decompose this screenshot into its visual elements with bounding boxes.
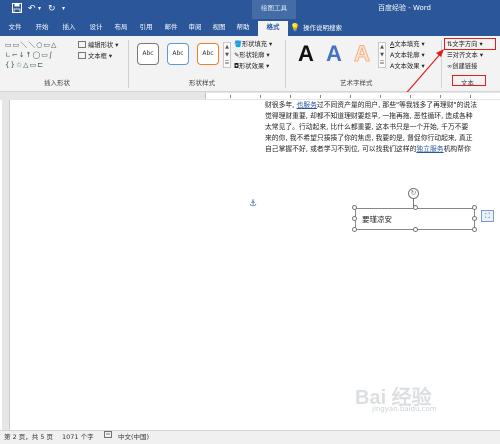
ruler-tick [470,95,471,98]
line-text: 来的你, 我不希望只揍揍了你的焦虑, 我要的是, 督促你行动起来, 真正 [265,134,473,142]
ruler-tick [380,95,381,98]
paragraph-line-4: 来的你, 我不希望只揍揍了你的焦虑, 我要的是, 督促你行动起来, 真正 [265,133,473,143]
watermark-url: jingyan.baidu.com [372,405,437,413]
resize-handle-top[interactable] [413,205,418,210]
word-count[interactable]: 1071 个字 [62,431,94,444]
ruler-tick [260,95,261,98]
hyperlink-text[interactable]: 独立服务 [416,145,443,153]
ruler-tick [440,95,441,98]
page-count[interactable]: 第 2 页，共 5 页 [4,431,53,444]
paragraph-line-2: 觉得理财重要, 却都不知道理财要趁早, 一拖再拖, 恶性循环, 造成各种 [265,111,473,121]
ruler-tick [290,95,291,98]
line-text: 觉得理财重要, 却都不知道理财要趁早, 一拖再拖, 恶性循环, 造成各种 [265,112,473,120]
line-text: 机构帮你 [443,145,471,153]
resize-handle-left[interactable] [352,216,357,221]
vertical-ruler [2,100,10,430]
line-text: 过不同资产量的用户, 那些"等我钱多了再理财"的说法 [316,101,478,109]
hyperlink-text[interactable]: 也服务 [297,101,317,109]
resize-handle-bottom-left[interactable] [352,227,357,232]
status-bar: 第 2 页，共 5 页 1071 个字 中文(中国) [0,430,500,444]
proofing-icon[interactable] [104,431,113,444]
layout-options-icon[interactable]: ⛶ [481,210,494,222]
ruler-tick [350,95,351,98]
ruler-tick [230,95,231,98]
anchor-icon[interactable]: ⚓ [249,199,257,209]
line-text: 财很多年, [265,101,297,109]
resize-handle-top-right[interactable] [472,205,477,210]
language-indicator[interactable]: 中文(中国) [118,431,149,444]
paragraph-line-3: 太常见了。行动起来, 比什么都重要, 这本书只是一个开始, 千万不要 [265,122,468,132]
line-text: 自己掌握不好, 或者学习不到位, 可以找我们这样的 [265,145,417,153]
text-box-content[interactable]: 要瑾凉安 [362,214,392,225]
resize-handle-right[interactable] [472,216,477,221]
rotate-handle-icon[interactable]: ↻ [408,188,419,199]
ruler-tick [410,95,411,98]
paragraph-line-1: 财很多年, 也服务过不同资产量的用户, 那些"等我钱多了再理财"的说法 [265,100,477,110]
resize-handle-bottom[interactable] [413,227,418,232]
resize-handle-bottom-right[interactable] [472,227,477,232]
resize-handle-top-left[interactable] [352,205,357,210]
horizontal-ruler-page-area [205,93,500,99]
ruler-tick [320,95,321,98]
paragraph-line-5: 自己掌握不好, 或者学习不到位, 可以找我们这样的独立服务机构帮你 [265,144,471,154]
line-text: 太常见了。行动起来, 比什么都重要, 这本书只是一个开始, 千万不要 [265,123,469,131]
